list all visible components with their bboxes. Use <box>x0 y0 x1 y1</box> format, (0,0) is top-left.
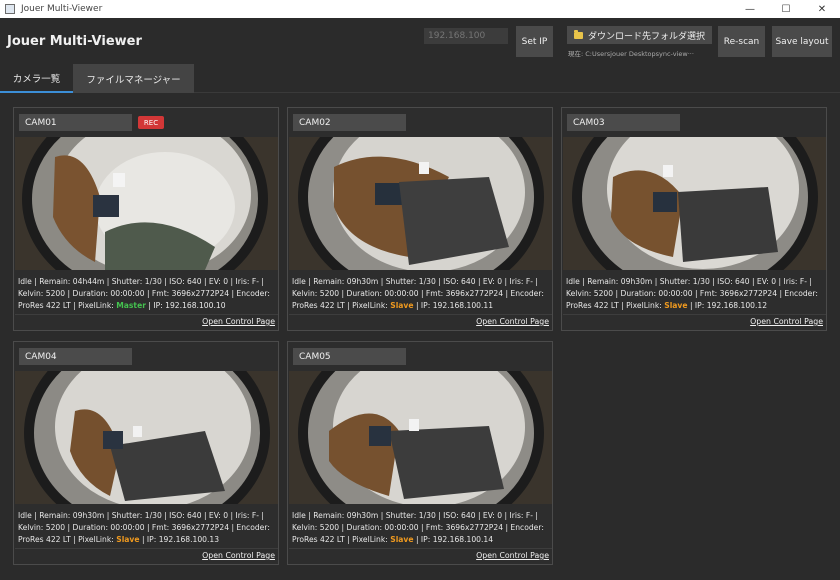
ip-text: | IP: 192.168.100.12 <box>687 301 768 310</box>
current-folder-path: 現在: C:Usersjouer Desktopsync-view··· <box>568 50 694 58</box>
pixellink-mode: Slave <box>390 301 414 310</box>
ip-text: | IP: 192.168.100.14 <box>413 535 494 544</box>
fisheye-preview-image <box>15 371 278 504</box>
status-line-3: ProRes 422 LT | PixelLink: Slave | IP: 1… <box>292 534 550 546</box>
camera-video-preview[interactable] <box>289 137 552 270</box>
status-line-2: Kelvin: 5200 | Duration: 00:00:00 | Fmt:… <box>292 289 544 298</box>
camera-video-preview[interactable] <box>15 371 278 504</box>
ip-input[interactable] <box>424 28 508 44</box>
camera-status-info: Idle | Remain: 09h30m | Shutter: 1/30 | … <box>18 510 276 546</box>
open-control-page-link[interactable]: Open Control Page <box>476 551 549 560</box>
status-line-2: Kelvin: 5200 | Duration: 00:00:00 | Fmt:… <box>292 523 544 532</box>
window-controls: — ☐ ✕ <box>732 0 840 18</box>
ip-text: | IP: 192.168.100.10 <box>145 301 226 310</box>
encoder-text: ProRes 422 LT | PixelLink: <box>18 535 117 544</box>
divider <box>15 314 278 315</box>
tab-camera-list[interactable]: カメラ一覧 <box>0 64 73 93</box>
minimize-icon[interactable]: — <box>732 0 768 18</box>
camera-card: CAM01 REC Idle | Remain: 04h44m | Shutte… <box>13 107 279 331</box>
fisheye-preview-image <box>289 371 552 504</box>
divider <box>289 548 552 549</box>
open-control-page-link[interactable]: Open Control Page <box>202 551 275 560</box>
divider <box>289 314 552 315</box>
camera-grid: CAM01 REC Idle | Remain: 04h44m | Shutte… <box>0 94 840 580</box>
camera-video-preview[interactable] <box>15 137 278 270</box>
window-titlebar: Jouer Multi-Viewer — ☐ ✕ <box>0 0 840 18</box>
tab-bar: カメラ一覧 ファイルマネージャー <box>0 64 840 93</box>
camera-status-info: Idle | Remain: 09h30m | Shutter: 1/30 | … <box>292 510 550 546</box>
camera-card: CAM03 Idle | Remain: 09h30m | Shutter: 1… <box>561 107 827 331</box>
fisheye-preview-image <box>289 137 552 270</box>
fisheye-preview-image <box>563 137 826 270</box>
pixellink-mode: Slave <box>390 535 414 544</box>
open-control-page-link[interactable]: Open Control Page <box>202 317 275 326</box>
encoder-text: ProRes 422 LT | PixelLink: <box>566 301 665 310</box>
camera-name: CAM03 <box>567 114 680 131</box>
camera-card: CAM05 Idle | Remain: 09h30m | Shutter: 1… <box>287 341 553 565</box>
app-title: Jouer Multi-Viewer <box>7 34 142 49</box>
encoder-text: ProRes 422 LT | PixelLink: <box>292 301 391 310</box>
open-control-page-link[interactable]: Open Control Page <box>750 317 823 326</box>
app-header: Jouer Multi-Viewer Set IP ダウンロード先フォルダ選択 … <box>0 18 840 64</box>
pixellink-mode: Slave <box>116 535 140 544</box>
divider <box>563 314 826 315</box>
app-icon <box>5 4 15 14</box>
close-icon[interactable]: ✕ <box>804 0 840 18</box>
camera-status-info: Idle | Remain: 09h30m | Shutter: 1/30 | … <box>292 276 550 312</box>
status-line-1: Idle | Remain: 09h30m | Shutter: 1/30 | … <box>292 277 538 286</box>
encoder-text: ProRes 422 LT | PixelLink: <box>18 301 117 310</box>
camera-status-info: Idle | Remain: 09h30m | Shutter: 1/30 | … <box>566 276 824 312</box>
status-line-1: Idle | Remain: 09h30m | Shutter: 1/30 | … <box>292 511 538 520</box>
camera-video-preview[interactable] <box>563 137 826 270</box>
status-line-1: Idle | Remain: 04h44m | Shutter: 1/30 | … <box>18 277 264 286</box>
status-line-1: Idle | Remain: 09h30m | Shutter: 1/30 | … <box>18 511 264 520</box>
select-download-folder-label: ダウンロード先フォルダ選択 <box>588 31 706 42</box>
status-line-3: ProRes 422 LT | PixelLink: Master | IP: … <box>18 300 276 312</box>
ip-text: | IP: 192.168.100.13 <box>139 535 220 544</box>
ip-text: | IP: 192.168.100.11 <box>413 301 494 310</box>
pixellink-mode: Slave <box>664 301 688 310</box>
status-line-3: ProRes 422 LT | PixelLink: Slave | IP: 1… <box>18 534 276 546</box>
camera-card: CAM04 Idle | Remain: 09h30m | Shutter: 1… <box>13 341 279 565</box>
window-title: Jouer Multi-Viewer <box>21 4 103 14</box>
status-line-3: ProRes 422 LT | PixelLink: Slave | IP: 1… <box>292 300 550 312</box>
camera-name: CAM02 <box>293 114 406 131</box>
camera-name: CAM01 <box>19 114 132 131</box>
tab-file-manager[interactable]: ファイルマネージャー <box>73 64 194 93</box>
encoder-text: ProRes 422 LT | PixelLink: <box>292 535 391 544</box>
rec-badge: REC <box>138 116 164 129</box>
camera-name: CAM05 <box>293 348 406 365</box>
save-layout-button[interactable]: Save layout <box>772 26 832 57</box>
maximize-icon[interactable]: ☐ <box>768 0 804 18</box>
rescan-button[interactable]: Re-scan <box>718 26 765 57</box>
set-ip-button[interactable]: Set IP <box>516 26 553 57</box>
pixellink-mode: Master <box>116 301 146 310</box>
select-download-folder-button[interactable]: ダウンロード先フォルダ選択 <box>567 26 712 44</box>
camera-status-info: Idle | Remain: 04h44m | Shutter: 1/30 | … <box>18 276 276 312</box>
status-line-3: ProRes 422 LT | PixelLink: Slave | IP: 1… <box>566 300 824 312</box>
open-control-page-link[interactable]: Open Control Page <box>476 317 549 326</box>
status-line-1: Idle | Remain: 09h30m | Shutter: 1/30 | … <box>566 277 812 286</box>
status-line-2: Kelvin: 5200 | Duration: 00:00:00 | Fmt:… <box>18 523 270 532</box>
fisheye-preview-image <box>15 137 278 270</box>
camera-name: CAM04 <box>19 348 132 365</box>
folder-icon <box>574 29 583 39</box>
camera-card: CAM02 Idle | Remain: 09h30m | Shutter: 1… <box>287 107 553 331</box>
status-line-2: Kelvin: 5200 | Duration: 00:00:00 | Fmt:… <box>566 289 818 298</box>
camera-video-preview[interactable] <box>289 371 552 504</box>
status-line-2: Kelvin: 5200 | Duration: 00:00:00 | Fmt:… <box>18 289 270 298</box>
divider <box>15 548 278 549</box>
